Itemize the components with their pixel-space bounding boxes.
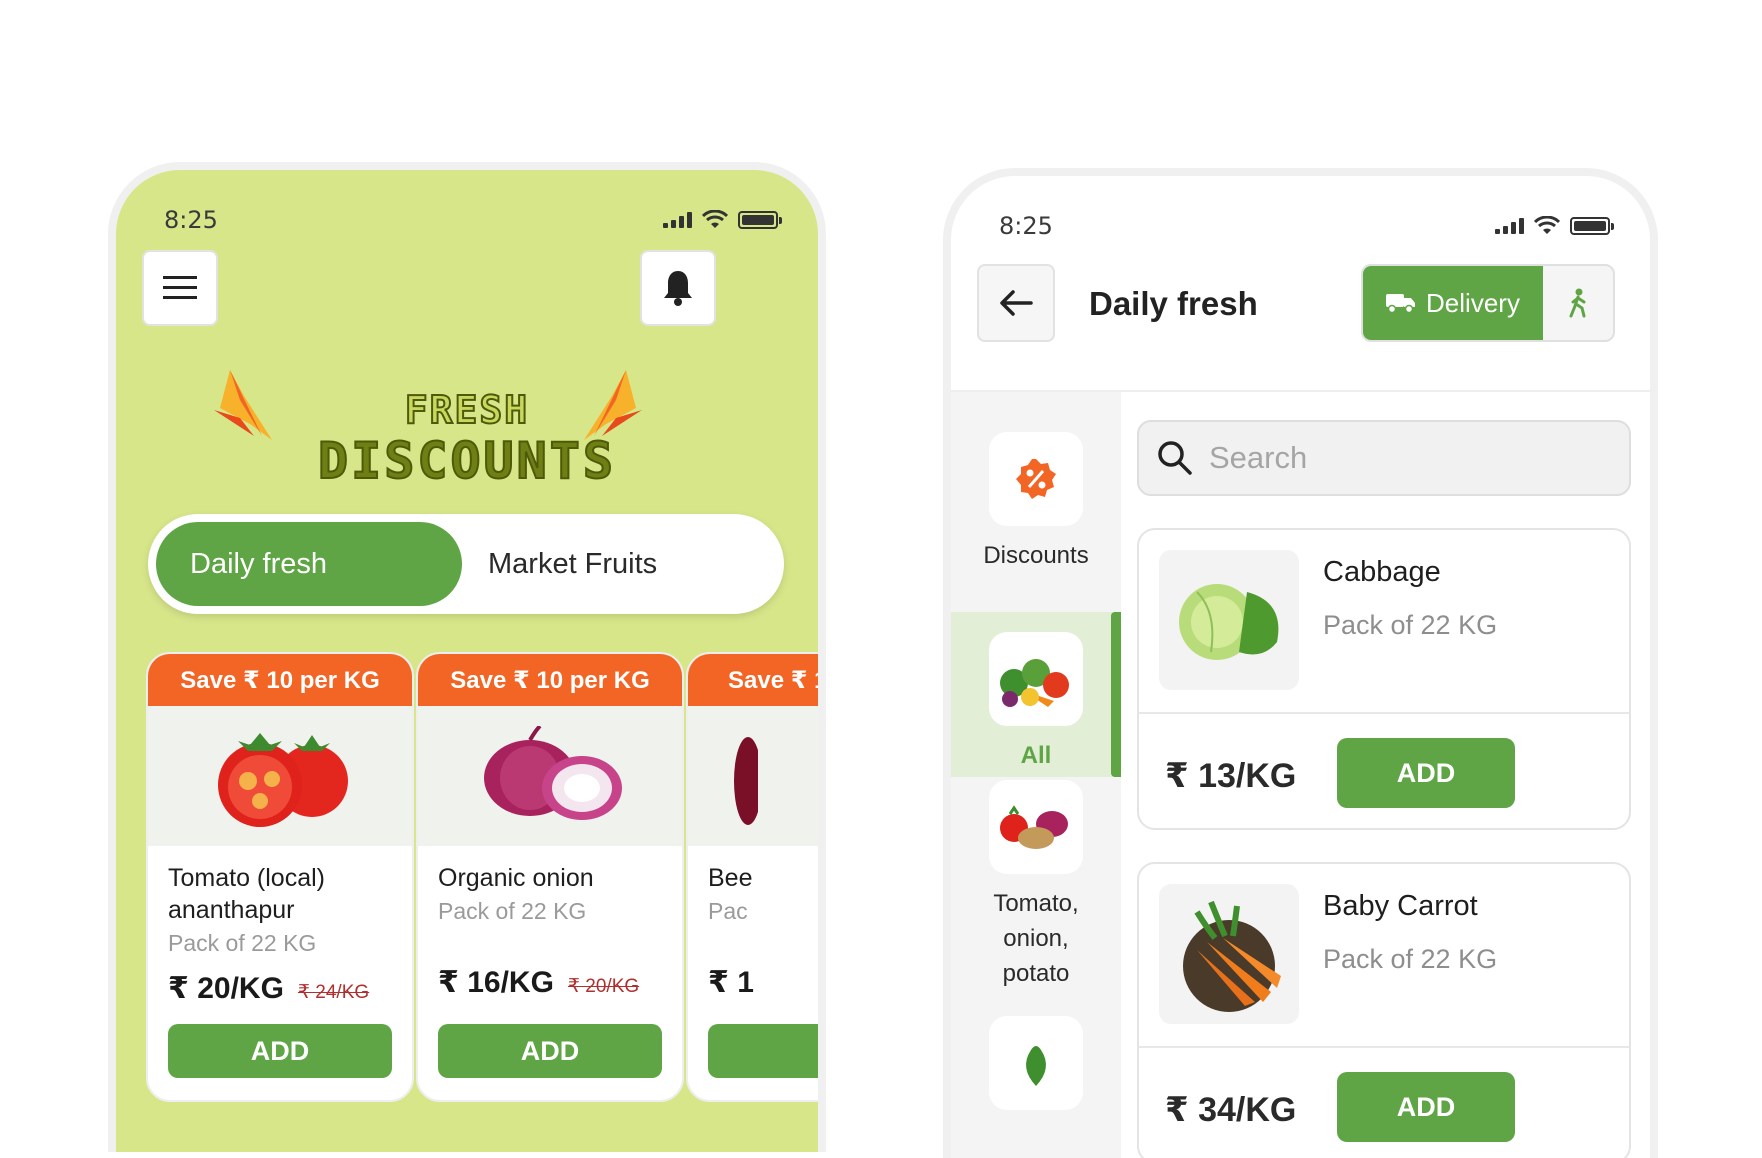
product-list-item[interactable]: Baby Carrot Pack of 22 KG ₹ 34/KG ADD [1137, 862, 1631, 1158]
search-input[interactable]: Search [1137, 420, 1631, 496]
add-button[interactable]: ADD [168, 1024, 392, 1078]
product-pack: Pack of 22 KG [1323, 610, 1498, 640]
wifi-icon [702, 210, 728, 228]
product-old-price: ₹ 20/KG [567, 976, 640, 997]
signal-icon [1495, 218, 1524, 234]
add-button[interactable]: ADD [438, 1024, 662, 1078]
status-icons [663, 210, 782, 230]
category-all[interactable]: All [951, 632, 1121, 773]
product-pack: Pack of 22 KG [168, 930, 317, 956]
tab-market-fruits[interactable]: Market Fruits [488, 514, 657, 614]
carrot-image [1159, 884, 1299, 1024]
truck-icon [1386, 294, 1416, 314]
discount-badge-icon [989, 432, 1083, 526]
status-bar: 8:25 [164, 200, 782, 240]
tab-daily-fresh[interactable]: Daily fresh [156, 522, 462, 606]
firework-left-icon [214, 370, 272, 440]
add-button[interactable] [708, 1024, 818, 1078]
tomato-onion-potato-image [989, 780, 1083, 874]
product-card[interactable]: Save ₹ 10 per KG Bee Pac ₹ 1 [686, 652, 818, 1102]
onion-image [418, 706, 682, 846]
status-time: 8:25 [164, 206, 218, 234]
notifications-button[interactable] [640, 250, 716, 326]
wifi-icon [1534, 216, 1560, 234]
beetroot-image [688, 706, 818, 846]
product-name: Baby Carrot [1323, 890, 1478, 922]
category-tomato-onion-potato[interactable]: Tomato, onion, potato [951, 780, 1121, 991]
back-button[interactable] [977, 264, 1055, 342]
product-price: ₹ 34/KG [1165, 1091, 1297, 1129]
category-label: Discounts [983, 542, 1089, 569]
card-divider [1139, 712, 1629, 714]
discount-banner: Save ₹ 10 per KG [148, 654, 412, 706]
cabbage-image [1159, 550, 1299, 690]
fulfilment-mode-toggle: Delivery [1361, 264, 1615, 342]
battery-icon [1570, 217, 1614, 235]
signal-icon [663, 212, 692, 228]
category-toggle: Daily fresh Market Fruits [148, 514, 784, 614]
pickup-mode-button[interactable] [1543, 266, 1613, 340]
category-leafy-greens[interactable] [951, 1016, 1121, 1110]
product-pack: Pac [708, 898, 748, 924]
product-card[interactable]: Save ₹ 10 per KG Organic onion Pack of 2… [416, 652, 684, 1102]
phone-daily-fresh-screen: 8:25 Daily fresh Delivery Discounts All … [943, 168, 1658, 1158]
status-icons [1495, 216, 1614, 236]
product-name: Bee [708, 864, 753, 892]
search-placeholder: Search [1209, 440, 1308, 475]
status-time: 8:25 [999, 212, 1053, 240]
card-divider [1139, 1046, 1629, 1048]
delivery-mode-label: Delivery [1426, 287, 1520, 318]
bell-icon [664, 271, 692, 306]
product-name: Cabbage [1323, 556, 1441, 588]
delivery-mode-button[interactable]: Delivery [1363, 266, 1543, 340]
discount-banner: Save ₹ 10 per KG [418, 654, 682, 706]
product-price: ₹ 1 [708, 966, 754, 999]
vegetables-image [989, 632, 1083, 726]
product-card[interactable]: Save ₹ 10 per KG Tomato (local) ananthap… [146, 652, 414, 1102]
walking-person-icon [1569, 288, 1586, 318]
page-title: Daily fresh [1089, 285, 1258, 322]
search-icon [1158, 441, 1192, 475]
category-label: All [1020, 742, 1052, 769]
battery-icon [738, 211, 782, 229]
product-name: Organic onion [438, 864, 594, 892]
category-discounts[interactable]: Discounts [951, 432, 1121, 573]
product-old-price: ₹ 24/KG [297, 982, 370, 1003]
discount-banner: Save ₹ 10 per KG [688, 654, 818, 706]
status-bar: 8:25 [999, 206, 1614, 246]
arrow-left-icon [1000, 290, 1033, 316]
product-list-item[interactable]: Cabbage Pack of 22 KG ₹ 13/KG ADD [1137, 528, 1631, 830]
product-pack: Pack of 22 KG [438, 898, 587, 924]
product-price: ₹ 13/KG [1165, 757, 1297, 795]
category-label: Tomato, onion, potato [993, 890, 1079, 987]
leafy-greens-image [989, 1016, 1083, 1110]
product-price: ₹ 20/KG [168, 972, 284, 1005]
category-sidebar: Discounts All Tomato, onion, potato [951, 392, 1121, 1158]
product-name: Tomato (local) ananthapur [168, 864, 325, 924]
add-button[interactable]: ADD [1337, 738, 1515, 808]
menu-button[interactable] [142, 250, 218, 326]
phone-discounts-screen: 8:25 FRESH DISCOUNTS Daily fresh Market … [108, 162, 826, 1152]
product-pack: Pack of 22 KG [1323, 944, 1498, 974]
firework-right-icon [584, 370, 642, 440]
tomato-image [148, 706, 412, 846]
product-price: ₹ 16/KG [438, 966, 554, 999]
hamburger-icon [163, 276, 197, 299]
